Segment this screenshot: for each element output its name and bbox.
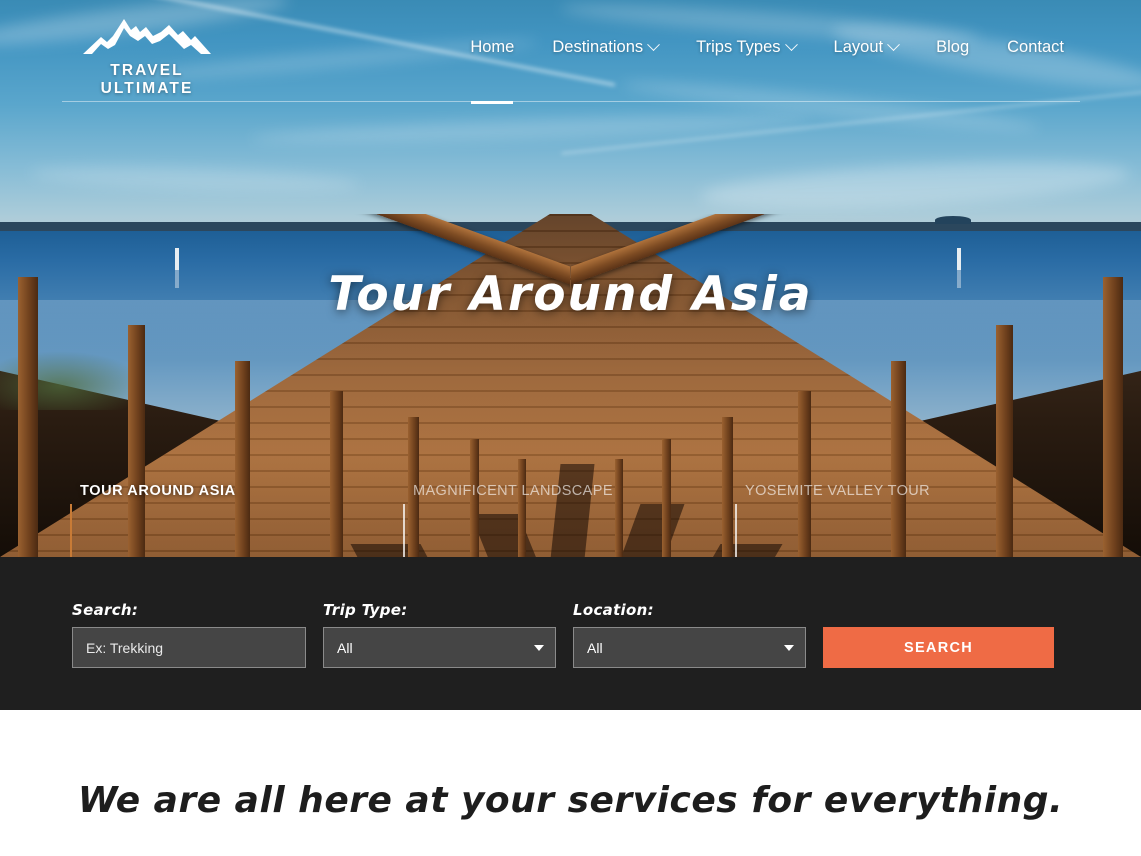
chevron-down-icon (647, 38, 661, 52)
header-divider (62, 101, 1080, 102)
chevron-down-icon (534, 644, 544, 651)
slide-tab-label: YOSEMITE VALLEY TOUR (745, 483, 931, 499)
location-value: All (587, 639, 603, 656)
nav-item-destinations[interactable]: Destinations (533, 38, 677, 57)
location-label: Location: (573, 601, 654, 619)
nav-item-label: Trips Types (696, 38, 781, 56)
nav-item-label: Contact (1007, 38, 1064, 56)
search-label: Search: (72, 601, 139, 619)
nav-item-home[interactable]: Home (451, 38, 533, 104)
slide-tabs: TOUR AROUND ASIA MAGNIFICENT LANDSCAPE Y… (0, 469, 1141, 557)
nav-item-blog[interactable]: Blog (917, 38, 988, 57)
search-form: Search: Ex: Trekking Trip Type: All Loca… (72, 601, 1054, 668)
hero-title: Tour Around Asia (328, 267, 813, 322)
search-button-group: SEARCH (823, 627, 1054, 668)
nav-item-label: Blog (936, 38, 970, 56)
trip-type-label: Trip Type: (323, 601, 408, 619)
chevron-down-icon (784, 644, 794, 651)
location-select[interactable]: All (573, 627, 806, 668)
services-section: We are all here at your services for eve… (0, 710, 1141, 856)
location-field-group: Location: All (573, 601, 806, 668)
page-root: Tour Around Asia TOUR AROUND ASIA MAGNIF… (0, 0, 1141, 856)
nav-item-trips-types[interactable]: Trips Types (677, 38, 814, 57)
nav-item-label: Destinations (552, 38, 644, 56)
search-input-placeholder: Ex: Trekking (86, 639, 164, 656)
mountain-range-icon (72, 14, 222, 58)
section-heading: We are all here at your services for eve… (77, 780, 1064, 821)
nav-item-label: Layout (833, 38, 884, 56)
search-bar: Search: Ex: Trekking Trip Type: All Loca… (0, 557, 1141, 710)
chevron-down-icon (887, 38, 900, 52)
site-header: TRAVEL ULTIMATE Home Destinations Trips … (0, 0, 1141, 110)
slide-tab-indicator (70, 504, 72, 557)
search-button[interactable]: SEARCH (823, 627, 1054, 668)
nav-item-layout[interactable]: Layout (815, 38, 918, 57)
trip-type-select[interactable]: All (323, 627, 556, 668)
slide-tab-indicator (735, 504, 737, 557)
trip-type-value: All (337, 639, 353, 656)
chevron-down-icon (784, 38, 798, 52)
search-field-group: Search: Ex: Trekking (72, 601, 306, 668)
slide-tab-indicator (403, 504, 405, 557)
trip-type-field-group: Trip Type: All (323, 601, 556, 668)
search-input[interactable]: Ex: Trekking (72, 627, 306, 668)
slide-tab-label: TOUR AROUND ASIA (80, 483, 236, 499)
nav-item-label: Home (470, 38, 515, 56)
main-nav: Home Destinations Trips Types Layout Blo… (451, 38, 1083, 104)
logo-text: TRAVEL ULTIMATE (100, 62, 194, 97)
slide-tab-label: MAGNIFICENT LANDSCAPE (413, 483, 613, 499)
logo[interactable]: TRAVEL ULTIMATE (72, 14, 222, 98)
nav-item-contact[interactable]: Contact (988, 38, 1083, 57)
